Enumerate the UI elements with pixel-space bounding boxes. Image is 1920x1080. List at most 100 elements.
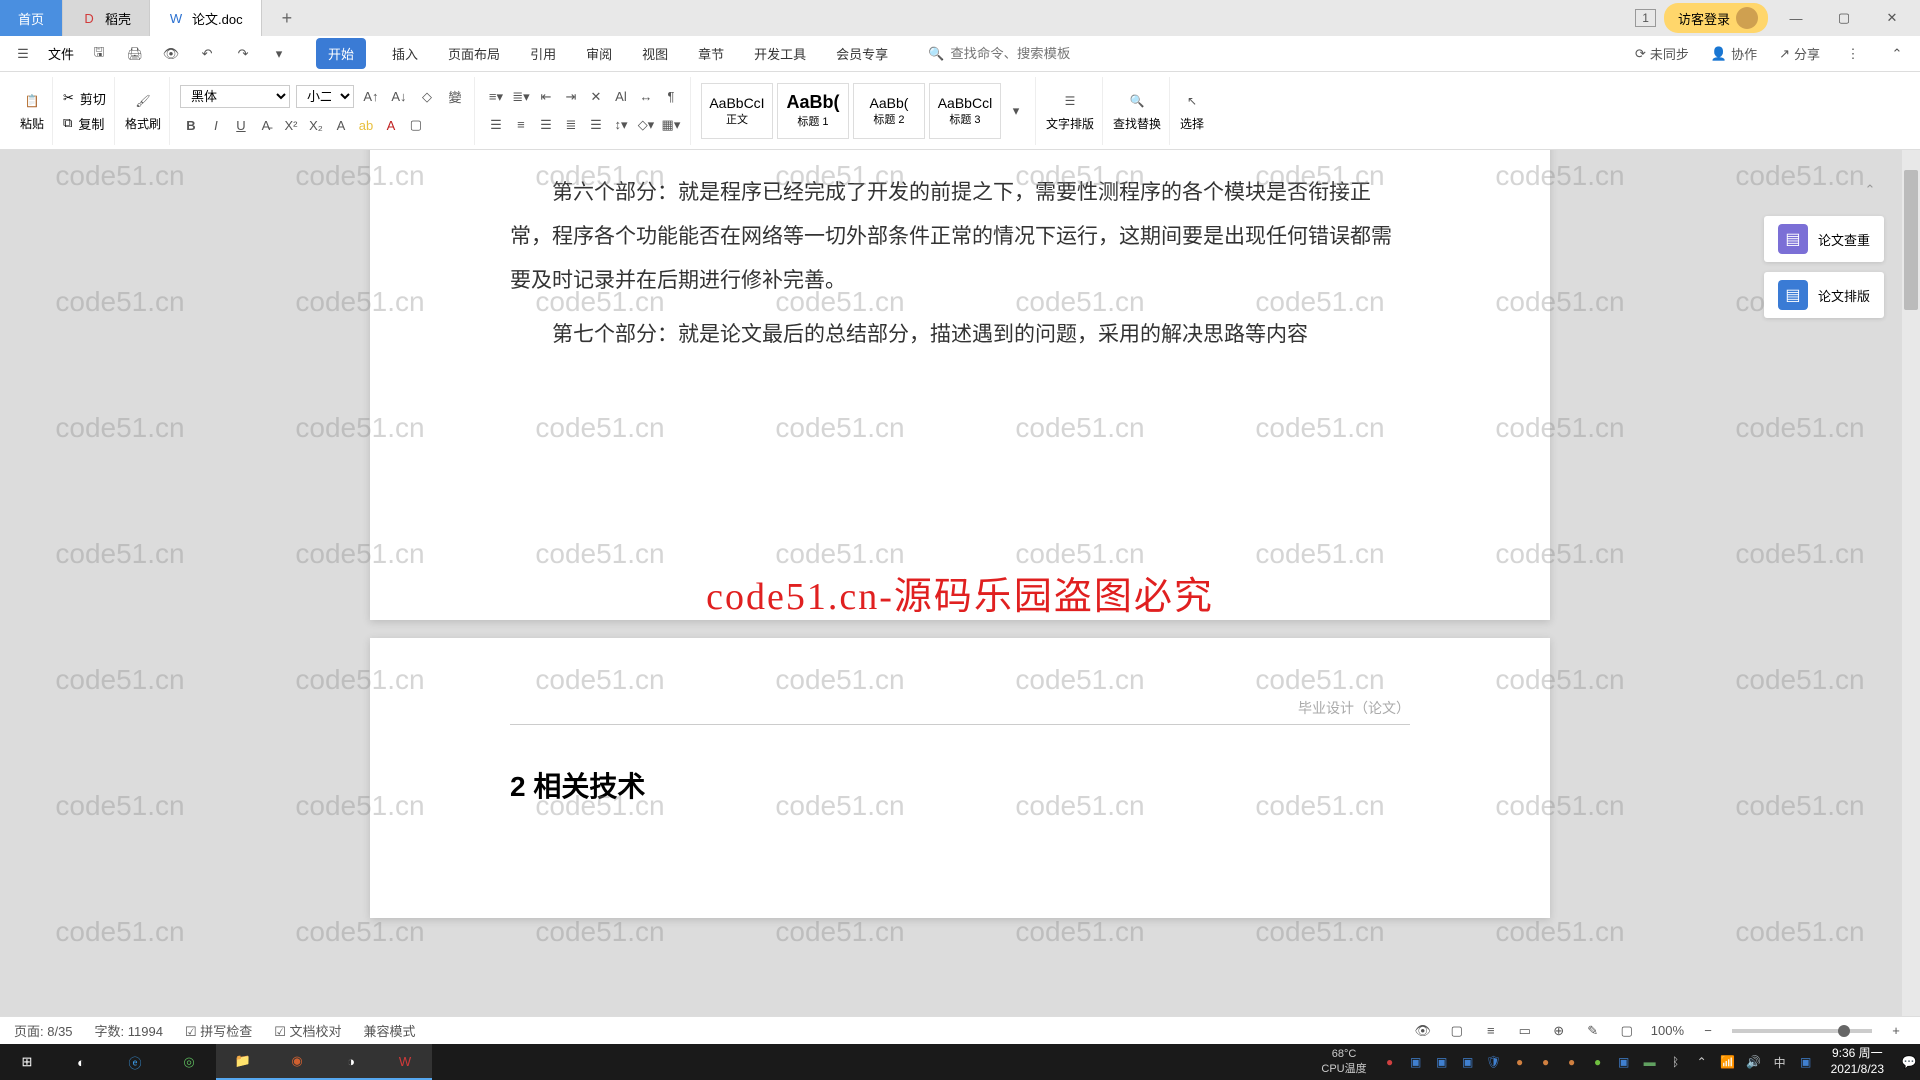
- zoom-slider[interactable]: [1732, 1029, 1872, 1033]
- spacing-icon[interactable]: ✕: [585, 86, 607, 108]
- tab-section[interactable]: 章节: [694, 38, 728, 69]
- tray-icon[interactable]: ●: [1535, 1051, 1557, 1073]
- task-app-2[interactable]: ◉: [270, 1044, 324, 1080]
- text-effect-icon[interactable]: A: [330, 114, 352, 136]
- tab-document[interactable]: W 论文.doc: [150, 0, 262, 36]
- task-wps[interactable]: W: [378, 1044, 432, 1080]
- format-painter-button[interactable]: 🖌 格式刷: [125, 89, 161, 132]
- style-heading3[interactable]: AaBbCcl标题 3: [929, 83, 1001, 139]
- number-list-icon[interactable]: ≣▾: [510, 86, 532, 108]
- cut-button[interactable]: ✂剪切: [63, 89, 106, 108]
- print-icon[interactable]: 🖨: [124, 43, 146, 65]
- task-app-1[interactable]: ◐: [54, 1044, 108, 1080]
- page-indicator[interactable]: 页面: 8/35: [14, 1021, 73, 1040]
- paper-check-button[interactable]: ▤ 论文查重: [1764, 216, 1884, 262]
- minimize-button[interactable]: —: [1776, 3, 1816, 33]
- cpu-temp-widget[interactable]: 68°CCPU温度: [1321, 1048, 1366, 1076]
- close-button[interactable]: ✕: [1872, 3, 1912, 33]
- tray-icon[interactable]: ▣: [1405, 1051, 1427, 1073]
- tray-battery-icon[interactable]: ▬: [1639, 1051, 1661, 1073]
- redo-icon[interactable]: ↷: [232, 43, 254, 65]
- taskbar-clock[interactable]: 9:36 周一2021/8/23: [1821, 1046, 1894, 1077]
- sync-status[interactable]: ⟳ 未同步: [1635, 44, 1689, 63]
- tab-add-button[interactable]: +: [262, 0, 313, 36]
- paste-button[interactable]: 📋 粘贴: [20, 89, 44, 132]
- tab-pagelayout[interactable]: 页面布局: [444, 38, 504, 69]
- tab-review[interactable]: 审阅: [582, 38, 616, 69]
- tray-icon[interactable]: ●: [1379, 1051, 1401, 1073]
- tray-icon[interactable]: 🛡: [1483, 1051, 1505, 1073]
- tray-up-icon[interactable]: ⌃: [1691, 1051, 1713, 1073]
- collapse-ribbon-icon[interactable]: ⌃: [1886, 43, 1908, 65]
- line-spacing-icon[interactable]: ↕▾: [610, 114, 632, 136]
- italic-button[interactable]: I: [205, 114, 227, 136]
- sort-icon[interactable]: Al: [610, 86, 632, 108]
- zoom-fit-icon[interactable]: ▢: [1617, 1021, 1637, 1041]
- eye-icon[interactable]: 👁: [1413, 1021, 1433, 1041]
- highlight-button[interactable]: ab: [355, 114, 377, 136]
- task-app-3[interactable]: ◑: [324, 1044, 378, 1080]
- font-color-button[interactable]: A: [380, 114, 402, 136]
- clear-format-icon[interactable]: ◇: [416, 86, 438, 108]
- style-normal[interactable]: AaBbCcI正文: [701, 83, 773, 139]
- save-icon[interactable]: 🖫: [88, 43, 110, 65]
- style-heading2[interactable]: AaBb(标题 2: [853, 83, 925, 139]
- tray-icon[interactable]: ●: [1587, 1051, 1609, 1073]
- text-layout-button[interactable]: ☰ 文字排版: [1046, 89, 1094, 132]
- style-heading1[interactable]: AaBb(标题 1: [777, 83, 849, 139]
- shading-icon[interactable]: ◇▾: [635, 114, 657, 136]
- select-button[interactable]: ↖ 选择: [1180, 89, 1204, 132]
- align-left-icon[interactable]: ☰: [485, 114, 507, 136]
- tray-icon[interactable]: ▣: [1613, 1051, 1635, 1073]
- scrollbar-thumb[interactable]: [1904, 170, 1918, 310]
- login-button[interactable]: 访客登录: [1664, 3, 1768, 33]
- grow-font-icon[interactable]: A↑: [360, 86, 382, 108]
- tray-app-icon[interactable]: ▣: [1795, 1051, 1817, 1073]
- tab-view[interactable]: 视图: [638, 38, 672, 69]
- font-size-select[interactable]: 小二: [296, 85, 354, 108]
- preview-icon[interactable]: 👁: [160, 43, 182, 65]
- side-collapse-icon[interactable]: ⌃: [1856, 180, 1884, 200]
- find-replace-button[interactable]: 🔍 查找替换: [1113, 89, 1161, 132]
- more-icon[interactable]: ⋮: [1842, 43, 1864, 65]
- strike-button[interactable]: A̵: [255, 114, 277, 136]
- notifications-icon[interactable]: 💬: [1898, 1051, 1920, 1073]
- annotate-icon[interactable]: ✎: [1583, 1021, 1603, 1041]
- phonetic-icon[interactable]: 變: [444, 86, 466, 108]
- document-viewport[interactable]: 第六个部分：就是程序已经完成了开发的前提之下，需要性测程序的各个模块是否衔接正常…: [0, 150, 1920, 1016]
- volume-icon[interactable]: 🔊: [1743, 1051, 1765, 1073]
- collab-button[interactable]: 👤 协作: [1711, 44, 1757, 63]
- zoom-out-icon[interactable]: −: [1698, 1021, 1718, 1041]
- tab-home[interactable]: 首页: [0, 0, 63, 36]
- tab-devtools[interactable]: 开发工具: [750, 38, 810, 69]
- tray-icon[interactable]: ●: [1561, 1051, 1583, 1073]
- tab-member[interactable]: 会员专享: [832, 38, 892, 69]
- outdent-icon[interactable]: ⇤: [535, 86, 557, 108]
- undo-icon[interactable]: ↶: [196, 43, 218, 65]
- align-right-icon[interactable]: ☰: [535, 114, 557, 136]
- maximize-button[interactable]: ▢: [1824, 3, 1864, 33]
- tab-reference[interactable]: 引用: [526, 38, 560, 69]
- bold-button[interactable]: B: [180, 114, 202, 136]
- ime-indicator[interactable]: 中: [1769, 1051, 1791, 1073]
- vertical-scrollbar[interactable]: [1902, 150, 1920, 1016]
- underline-button[interactable]: U: [230, 114, 252, 136]
- task-browser[interactable]: ◎: [162, 1044, 216, 1080]
- show-marks-icon[interactable]: ¶: [660, 86, 682, 108]
- border-icon[interactable]: ▦▾: [660, 114, 682, 136]
- file-menu[interactable]: 文件: [48, 44, 74, 63]
- font-name-select[interactable]: 黑体: [180, 85, 290, 108]
- style-more-icon[interactable]: ▾: [1005, 100, 1027, 122]
- shrink-font-icon[interactable]: A↓: [388, 86, 410, 108]
- zoom-level[interactable]: 100%: [1651, 1023, 1684, 1038]
- tab-start[interactable]: 开始: [316, 38, 366, 69]
- align-justify-icon[interactable]: ≣: [560, 114, 582, 136]
- task-explorer[interactable]: 📁: [216, 1044, 270, 1080]
- start-button[interactable]: ⊞: [0, 1044, 54, 1080]
- proofread-toggle[interactable]: ☑ 文档校对: [274, 1021, 341, 1040]
- menu-icon[interactable]: ☰: [12, 43, 34, 65]
- copy-button[interactable]: ⧉复制: [63, 114, 104, 133]
- spell-check-toggle[interactable]: ☑ 拼写检查: [185, 1021, 252, 1040]
- wifi-icon[interactable]: 📶: [1717, 1051, 1739, 1073]
- page-view-icon[interactable]: ▢: [1447, 1021, 1467, 1041]
